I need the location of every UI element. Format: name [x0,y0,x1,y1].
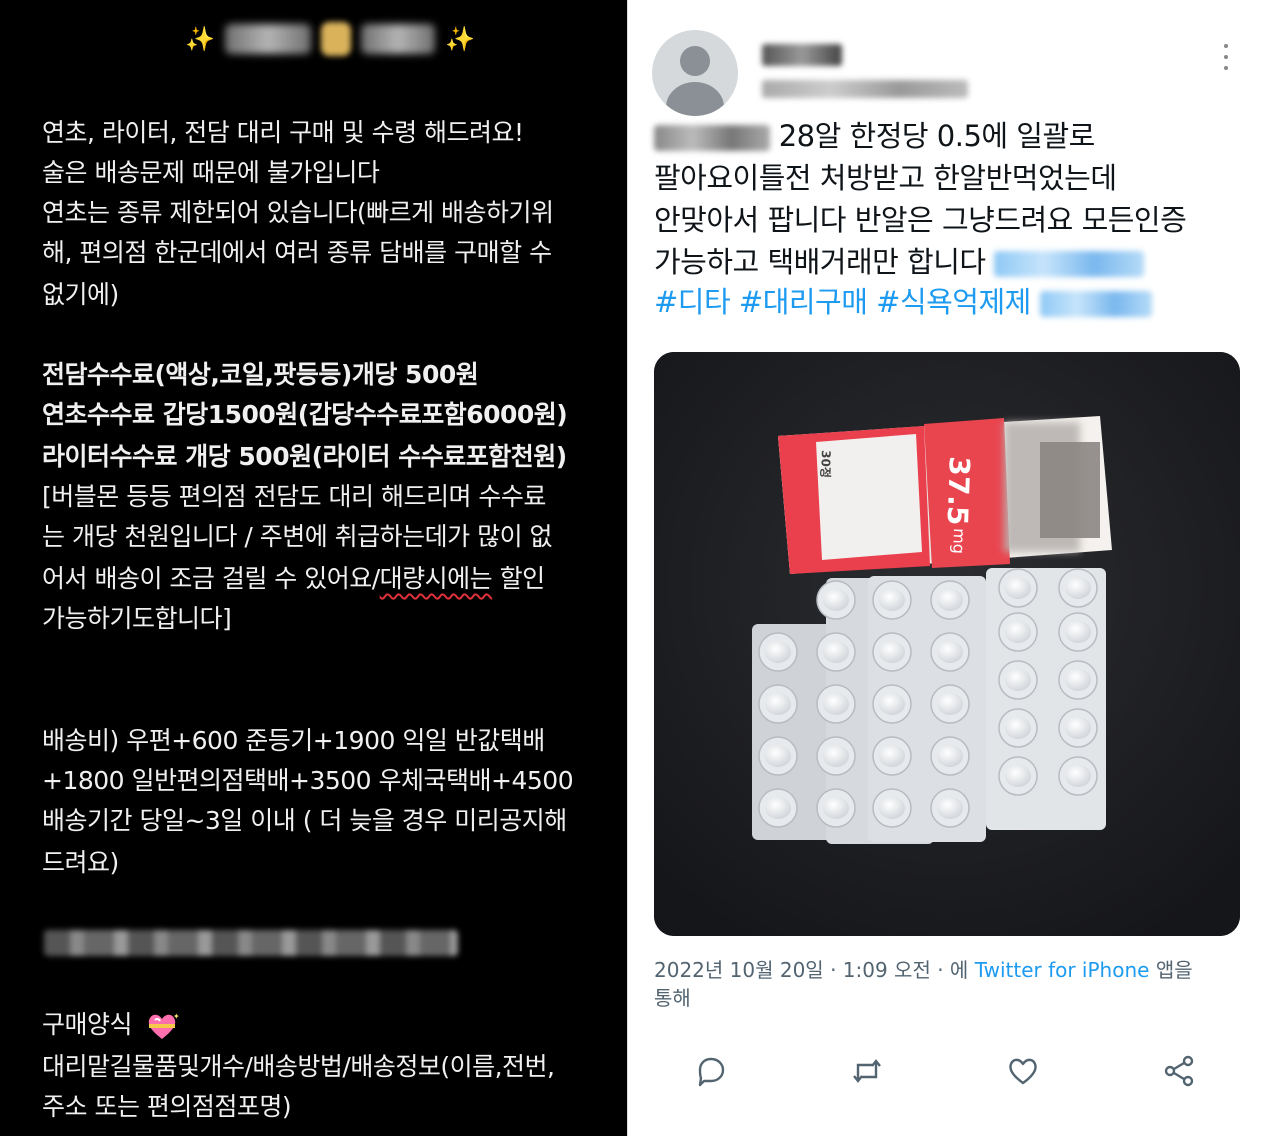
pill [879,641,905,663]
notice-text: 할인 [492,564,546,593]
pill [937,797,963,819]
pill [1065,621,1091,643]
avatar[interactable] [652,30,738,116]
tweet-photo[interactable]: 37.5 mg 30정 [654,352,1240,936]
order-form-line: 주소 또는 편의점점포명) [42,1092,292,1121]
share-icon[interactable] [1162,1054,1196,1088]
pill [1065,717,1091,739]
reply-icon[interactable] [694,1054,728,1088]
box-count-label: 30정 [818,450,834,478]
box-dose-label: 37.5 [941,456,976,526]
tweet-meta: 2022년 10월 20일 · 1:09 오전 · 에 Twitter for … [654,956,1193,1012]
pill [1065,765,1091,787]
pill-photo-drawing: 37.5 mg 30정 [654,352,1240,936]
tweet-line: 28알 한정당 0.5에 일괄로 [654,116,1095,156]
blurred-emoji [321,22,351,56]
pill [879,797,905,819]
fee-line: 연초수수료 갑당1500원(갑당수수료포함6000원) [42,400,568,429]
via-suffix: 앱을 [1155,958,1193,982]
pill [1005,669,1031,691]
order-form-label: 구매양식 [42,1010,133,1039]
avatar-body [666,82,724,116]
tweet-text: 28알 한정당 0.5에 일괄로 [778,119,1096,153]
shipping-line: 배송비) 우편+600 준등기+1900 익일 반값택배 [42,726,545,755]
sparkle-icon: ✨ [445,25,475,53]
post-title-blurred: ✨ ✨ [140,14,520,64]
pill [879,589,905,611]
pill [765,797,791,819]
timestamp[interactable]: 2022년 10월 20일 · 1:09 오전 · 에 [654,958,968,982]
pill [879,693,905,715]
blurred-text [654,125,770,151]
hashtag-link[interactable]: #식욕억제제 [876,285,1031,319]
via-line: 통해 [654,986,691,1010]
hashtag-line: #디타 #대리구매 #식욕억제제 [654,282,1152,322]
hashtag-link[interactable]: #대리구매 [739,285,868,319]
tweet-text: 가능하고 택배거래만 합니다 [654,245,986,279]
username-blurred[interactable] [762,80,968,98]
intro-line: 해, 편의점 한군데에서 여러 종류 담배를 구매할 수 [42,238,552,267]
blurred-text [225,24,311,54]
like-icon[interactable] [1006,1054,1040,1088]
intro-line: 술은 배송문제 때문에 불가입니다 [42,158,380,187]
tweet-panel: 28알 한정당 0.5에 일괄로 팔아요이틀전 처방받고 한알반먹었는데 안맞아… [627,0,1280,1136]
fee-line: 전담수수료(액상,코일,팟등등)개당 500원 [42,360,479,389]
notice-line: 어서 배송이 조금 걸릴 수 있어요/대량시에는 할인 [42,562,545,596]
intro-line: 연초, 라이터, 전담 대리 구매 및 수령 해드려요! [42,118,524,147]
pill [1005,621,1031,643]
notice-line: [버블몬 등등 편의점 전담도 대리 해드리며 수수료 [42,482,546,511]
notice-line: 가능하기도합니다] [42,604,232,633]
pill [1005,577,1031,599]
pill [1065,669,1091,691]
fee-line: 라이터수수료 개당 500원(라이터 수수료포함천원) [42,442,567,471]
box-unit-label: mg [949,528,969,554]
pill [1065,577,1091,599]
sparkling-heart-icon: ✦ [149,1012,179,1039]
source-app-link[interactable]: Twitter for iPhone [975,958,1150,982]
spellcheck-word: 대량시에는 [379,564,493,593]
pill [823,745,849,767]
retweet-icon[interactable] [850,1054,884,1088]
pill [823,797,849,819]
pill [1005,717,1031,739]
pill [937,589,963,611]
intro-line: 없기에) [42,280,119,309]
pill [823,693,849,715]
order-form-line: 대리맡길물품및개수/배송방법/배송정보(이름,전번, [42,1052,555,1081]
shipping-line: 배송기간 당일~3일 이내 ( 더 늦을 경우 미리공지해 [42,806,567,835]
svg-text:✦: ✦ [173,1012,179,1021]
pill [765,693,791,715]
order-form-heading: 구매양식 ✦ [42,1008,179,1042]
blurred-hashtag [1039,291,1152,317]
more-icon[interactable] [1216,40,1236,74]
shipping-line: 드려요) [42,848,119,877]
notice-line: 는 개당 천원입니다 / 주변에 취급하는데가 많이 없 [42,522,553,551]
pill [765,745,791,767]
tweet-line: 가능하고 택배거래만 합니다 [654,242,1145,282]
tweet-line: 안맞아서 팝니다 반알은 그냥드려요 모든인증 [654,203,1187,237]
left-post-panel: ✨ ✨ 연초, 라이터, 전담 대리 구매 및 수령 해드려요! 술은 배송문제… [0,0,627,1136]
sparkle-icon: ✨ [185,25,215,53]
pill [937,641,963,663]
pill [937,745,963,767]
blurred-text [361,24,435,54]
display-name-blurred[interactable] [762,44,842,66]
intro-line: 연초는 종류 제한되어 있습니다(빠르게 배송하기위 [42,198,554,227]
pill [879,745,905,767]
tweet-actions [628,1050,1280,1094]
shipping-line: +1800 일반편의점택배+3500 우체국택배+4500 [42,766,574,795]
avatar-head [680,46,710,76]
blurred-text-line [44,930,458,956]
pill [823,589,849,611]
hashtag-link[interactable]: #디타 [654,285,731,319]
blurred-hashtag [994,251,1145,277]
notice-text: 어서 배송이 조금 걸릴 수 있어요/ [42,564,380,593]
tweet-line: 팔아요이틀전 처방받고 한알반먹었는데 [654,161,1117,195]
pill [823,641,849,663]
pill [1005,765,1031,787]
pill [937,693,963,715]
pill [765,641,791,663]
